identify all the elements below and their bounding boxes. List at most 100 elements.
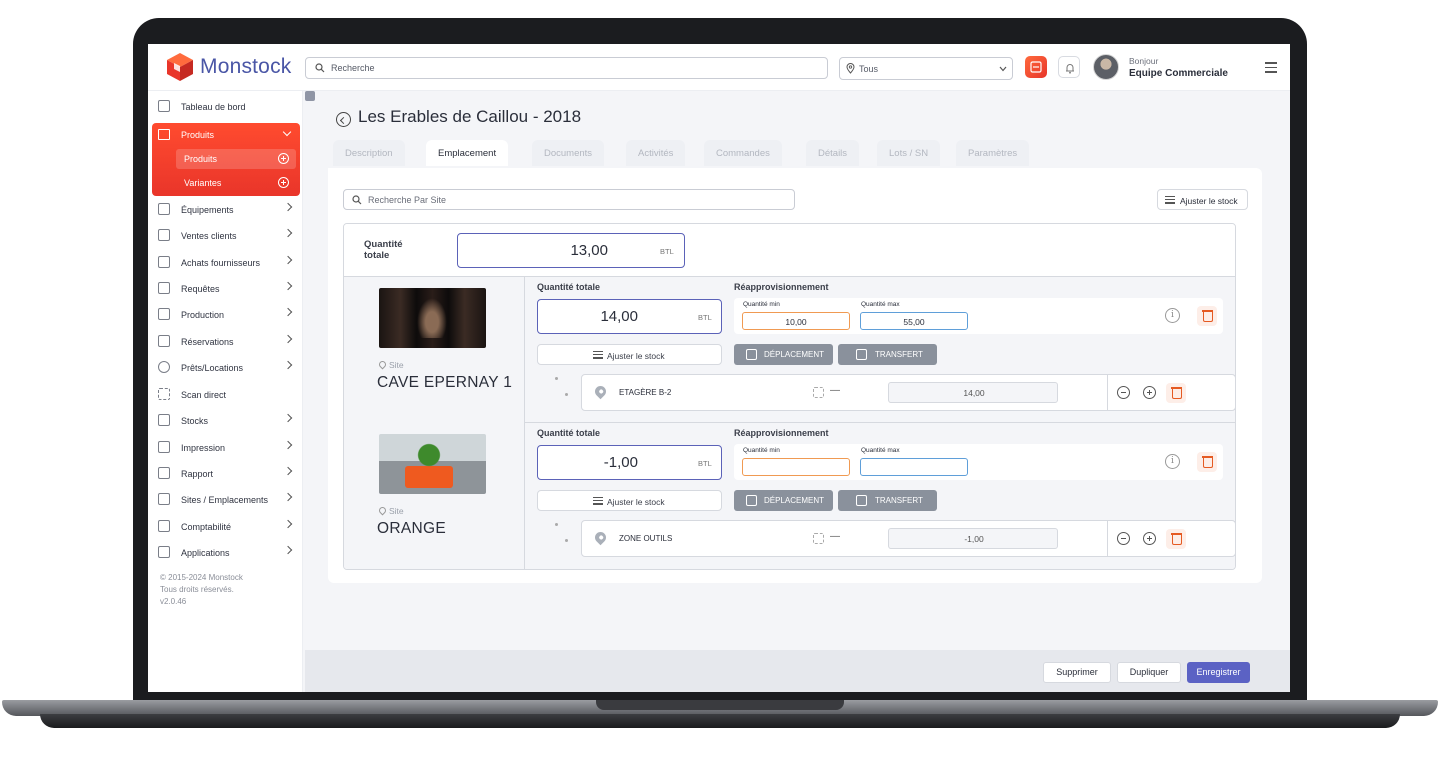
min-quantity-input[interactable]: 10,00	[742, 312, 850, 330]
store-icon	[158, 229, 170, 241]
factory-icon	[158, 308, 170, 320]
add-circle-icon[interactable]	[278, 177, 289, 188]
emplacement-panel: Recherche Par Site Ajuster le stock Quan…	[328, 168, 1262, 583]
swap-icon	[746, 495, 757, 506]
divider	[1107, 521, 1108, 556]
site-quantity-value: 14,00	[600, 308, 638, 325]
user-name: Equipe Commerciale	[1129, 68, 1228, 79]
sidebar-item-dashboard[interactable]: Tableau de bord	[148, 95, 303, 119]
tab-commandes[interactable]: Commandes	[704, 140, 782, 166]
global-search-input[interactable]: Recherche	[305, 57, 828, 79]
sidebar-item-label: Rapport	[181, 469, 214, 479]
search-icon	[352, 195, 362, 205]
tab-description[interactable]: Description	[333, 140, 405, 166]
delete-button[interactable]: Supprimer	[1043, 662, 1111, 683]
min-quantity-input[interactable]	[742, 458, 850, 476]
sidebar-item-equipements[interactable]: Équipements	[148, 198, 303, 222]
sidebar-item-label: Production	[181, 310, 225, 320]
save-button[interactable]: Enregistrer	[1187, 662, 1250, 683]
info-icon[interactable]: i	[1165, 454, 1180, 469]
sidebar-item-achats-fournisseurs[interactable]: Achats fournisseurs	[148, 251, 303, 275]
max-quantity-input[interactable]: 55,00	[860, 312, 968, 330]
minus-circle-icon[interactable]	[1117, 386, 1130, 399]
user-avatar[interactable]	[1093, 54, 1119, 80]
tab-parametres[interactable]: Paramètres	[956, 140, 1030, 166]
box-icon	[158, 129, 170, 140]
location-name: ETAGÈRE B-2	[619, 388, 672, 397]
sidebar-group-label[interactable]: Produits	[181, 130, 214, 140]
site-quantity-label: Quantité totale	[537, 428, 601, 438]
footer-actions: Supprimer Dupliquer Enregistrer	[305, 650, 1290, 692]
move-button[interactable]: DÉPLACEMENT	[734, 344, 833, 365]
trash-icon[interactable]	[1166, 383, 1186, 403]
transfer-button[interactable]: TRANSFERT	[838, 344, 937, 365]
sidebar-item-requetes[interactable]: Requêtes	[148, 277, 303, 301]
total-quantity-label: Quantité totale	[364, 239, 403, 261]
trash-icon[interactable]	[1166, 529, 1186, 549]
back-arrow-icon[interactable]	[336, 112, 351, 127]
tab-emplacement[interactable]: Emplacement	[426, 140, 509, 166]
site-quantity-label: Quantité totale	[537, 282, 601, 292]
scan-icon[interactable]	[813, 533, 824, 544]
sidebar-item-reservations[interactable]: Réservations	[148, 330, 303, 354]
bell-icon	[1066, 64, 1074, 74]
tab-lots-sn[interactable]: Lots / SN	[877, 140, 941, 166]
duplicate-button[interactable]: Dupliquer	[1117, 662, 1181, 683]
adjust-stock-label: Ajuster le stock	[607, 351, 665, 361]
location-quantity-field[interactable]: 14,00	[888, 382, 1058, 403]
tab-activites[interactable]: Activités	[626, 140, 686, 166]
adjust-stock-button[interactable]: Ajuster le stock	[537, 344, 722, 365]
transfer-icon	[856, 349, 867, 360]
sidebar-subitem-variants[interactable]: Variantes	[176, 173, 296, 193]
site-name: ORANGE	[377, 520, 446, 537]
transfer-label: TRANSFERT	[875, 350, 923, 359]
sidebar-item-label: Applications	[181, 548, 230, 558]
scan-button[interactable]	[1025, 56, 1047, 78]
chevron-down-icon[interactable]	[282, 127, 292, 137]
scan-icon	[158, 388, 170, 400]
sidebar-collapse-button[interactable]	[305, 91, 315, 101]
plus-circle-icon[interactable]	[1143, 386, 1156, 399]
sidebar-item-stocks[interactable]: Stocks	[148, 409, 303, 433]
sidebar-item-scan-direct[interactable]: Scan direct	[148, 383, 303, 407]
hamburger-menu-icon[interactable]	[1265, 62, 1277, 73]
site-search-input[interactable]: Recherche Par Site	[343, 189, 795, 210]
tab-documents[interactable]: Documents	[532, 140, 605, 166]
plus-circle-icon[interactable]	[1143, 532, 1156, 545]
sidebar-item-production[interactable]: Production	[148, 303, 303, 327]
minus-circle-icon[interactable]	[1117, 532, 1130, 545]
max-quantity-input[interactable]	[860, 458, 968, 476]
sidebar-subitem-products[interactable]: Produits	[176, 149, 296, 169]
sidebar-item-prets-locations[interactable]: Prêts/Locations	[148, 356, 303, 380]
location-extra: —	[830, 385, 840, 396]
trash-icon[interactable]	[1197, 452, 1217, 472]
total-quantity-field: 13,00 BTL	[457, 233, 685, 268]
notifications-button[interactable]	[1058, 56, 1080, 78]
transfer-button[interactable]: TRANSFERT	[838, 490, 937, 511]
sidebar-item-impression[interactable]: Impression	[148, 436, 303, 460]
adjust-stock-button[interactable]: Ajuster le stock	[537, 490, 722, 511]
location-quantity-field[interactable]: -1,00	[888, 528, 1058, 549]
scan-icon[interactable]	[813, 387, 824, 398]
adjust-stock-button[interactable]: Ajuster le stock	[1157, 189, 1248, 210]
move-label: DÉPLACEMENT	[764, 350, 825, 359]
info-icon[interactable]: i	[1165, 308, 1180, 323]
move-button[interactable]: DÉPLACEMENT	[734, 490, 833, 511]
sidebar-item-applications[interactable]: Applications	[148, 541, 303, 565]
restock-panel: Quantité min Quantité max i	[734, 444, 1223, 480]
sidebar-item-rapport[interactable]: Rapport	[148, 462, 303, 486]
page-title: Les Erables de Caillou - 2018	[358, 107, 582, 126]
site-filter-select[interactable]: Tous	[839, 57, 1013, 80]
sidebar-item-label: Sites / Emplacements	[181, 495, 269, 505]
sidebar-item-comptabilite[interactable]: Comptabilité	[148, 515, 303, 539]
sidebar-item-sites-emplacements[interactable]: Sites / Emplacements	[148, 488, 303, 512]
sidebar-item-ventes-clients[interactable]: Ventes clients	[148, 224, 303, 248]
site-name: CAVE EPERNAY 1	[377, 374, 513, 391]
add-circle-icon[interactable]	[278, 153, 289, 164]
logo-text: Monstock	[200, 55, 292, 78]
tab-details[interactable]: Détails	[806, 140, 860, 166]
sidebar: Tableau de bord Produits Produits Varian…	[148, 91, 303, 692]
max-quantity-label: Quantité max	[861, 301, 900, 308]
building-icon	[158, 493, 170, 505]
trash-icon[interactable]	[1197, 306, 1217, 326]
